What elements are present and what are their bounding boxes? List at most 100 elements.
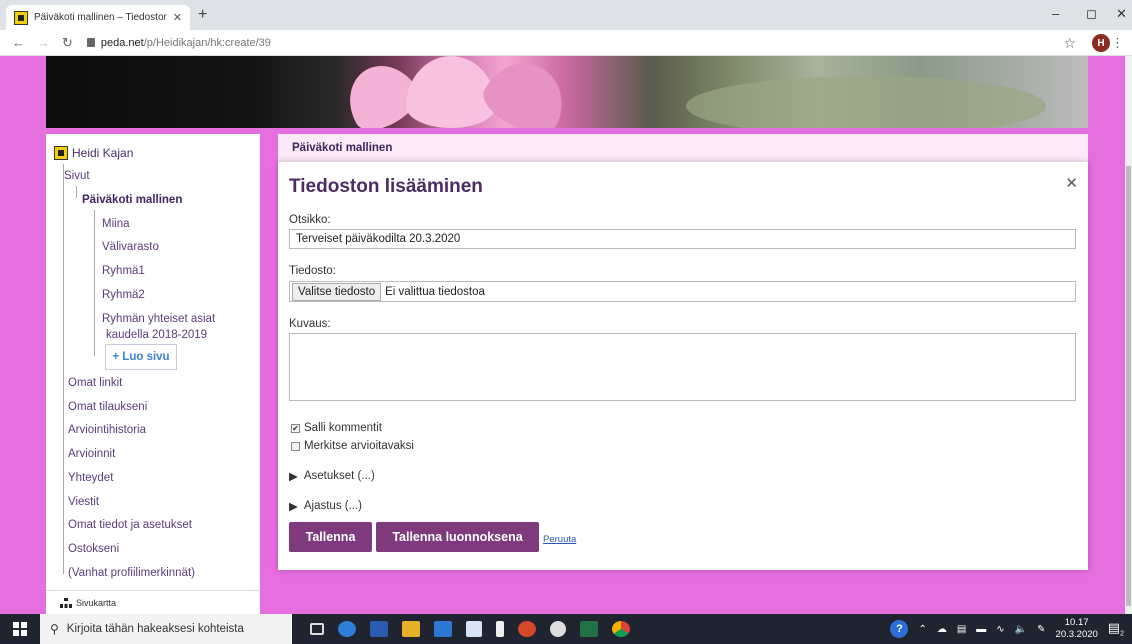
display-icon[interactable]: ▤ bbox=[957, 624, 966, 635]
tab-title: Päiväkoti mallinen – Tiedoston li bbox=[34, 12, 167, 23]
profile-avatar[interactable]: H bbox=[1092, 34, 1110, 52]
mail-icon[interactable] bbox=[434, 621, 452, 637]
wifi-icon[interactable]: ∿ bbox=[996, 624, 1004, 635]
scheduling-toggle[interactable]: ▶ Ajastus (...) bbox=[289, 499, 362, 513]
new-page-button[interactable]: + Luo sivu bbox=[105, 344, 177, 370]
tray-chevron-icon[interactable]: ⌃ bbox=[918, 624, 926, 635]
save-draft-button[interactable]: Tallenna luonnoksena bbox=[376, 522, 539, 552]
forward-arrow-icon[interactable]: → bbox=[37, 35, 50, 50]
windows-logo-icon bbox=[13, 622, 27, 636]
minimize-icon[interactable]: – bbox=[1052, 6, 1059, 21]
cancel-link[interactable]: Peruuta bbox=[543, 534, 576, 545]
sidebar-item-ryhma2[interactable]: Ryhmä2 bbox=[102, 289, 145, 301]
file-explorer-icon[interactable] bbox=[402, 621, 420, 637]
windows-taskbar: ⚲ Kirjoita tähän hakeaksesi kohteista ? … bbox=[0, 614, 1132, 644]
triangle-right-icon: ▶ bbox=[289, 501, 298, 513]
settings-label: Asetukset (...) bbox=[303, 470, 375, 482]
triangle-right-icon: ▶ bbox=[289, 471, 298, 483]
system-tray: ? ⌃ ☁ ▤ ▬ ∿ 🔈 ✎ 10.17 20.3.2020 ▤2 bbox=[890, 614, 1124, 644]
battery-icon[interactable]: ▬ bbox=[976, 624, 986, 635]
sidebar-item-arviointihistoria[interactable]: Arviointihistoria bbox=[68, 424, 146, 436]
back-arrow-icon[interactable]: ← bbox=[12, 35, 25, 50]
sidebar-item-miina[interactable]: Miina bbox=[102, 218, 129, 230]
powerpoint-icon[interactable] bbox=[518, 621, 536, 637]
close-icon[interactable]: ✕ bbox=[1065, 174, 1078, 192]
scrollbar-thumb[interactable] bbox=[1126, 166, 1131, 606]
sidebar-item-valivarasto[interactable]: Välivarasto bbox=[102, 241, 159, 253]
browser-tab[interactable]: Päiväkoti mallinen – Tiedoston li ✕ bbox=[6, 5, 190, 30]
taskbar-clock[interactable]: 10.17 20.3.2020 bbox=[1056, 617, 1098, 641]
task-view-icon[interactable] bbox=[310, 623, 324, 635]
mark-assessable-checkbox[interactable]: Merkitse arvioitavaksi bbox=[291, 440, 414, 452]
checkbox-checked-icon: ✔ bbox=[291, 423, 300, 433]
sidebar-owner[interactable]: Heidi Kajan bbox=[54, 146, 133, 160]
lock-icon bbox=[86, 38, 95, 47]
window-close-icon[interactable]: ✕ bbox=[1116, 6, 1127, 22]
pen-icon[interactable]: ✎ bbox=[1037, 624, 1045, 635]
sidebar-item-arvioinnit[interactable]: Arvioinnit bbox=[68, 448, 115, 460]
help-icon[interactable]: ? bbox=[890, 620, 909, 638]
start-button[interactable] bbox=[0, 614, 40, 644]
url-path: /p/Heidikajan/hk:create/39 bbox=[143, 36, 271, 49]
sidebar-item-ryhma1[interactable]: Ryhmä1 bbox=[102, 265, 145, 277]
volume-icon[interactable]: 🔈 bbox=[1015, 624, 1027, 635]
sidebar-item-yhteydet[interactable]: Yhteydet bbox=[68, 472, 113, 484]
settings-toggle[interactable]: ▶ Asetukset (...) bbox=[289, 469, 375, 483]
word-icon[interactable] bbox=[370, 621, 388, 637]
notification-count: 2 bbox=[1120, 630, 1124, 638]
sidebar-item-omat-tiedot[interactable]: Omat tiedot ja asetukset bbox=[68, 519, 192, 531]
title-label: Otsikko: bbox=[289, 214, 331, 226]
title-input[interactable]: Terveiset päiväkodilta 20.3.2020 bbox=[289, 229, 1076, 249]
sitemap-icon bbox=[60, 597, 72, 608]
notification-center-icon[interactable]: ▤2 bbox=[1108, 620, 1124, 638]
edge-icon[interactable] bbox=[338, 621, 356, 637]
owner-name: Heidi Kajan bbox=[72, 146, 134, 160]
search-icon: ⚲ bbox=[50, 622, 59, 636]
add-file-dialog: Tiedoston lisääminen ✕ Otsikko: Terveise… bbox=[278, 162, 1088, 570]
header-banner-image bbox=[46, 56, 1088, 128]
reload-icon[interactable]: ↻ bbox=[62, 35, 73, 51]
file-status: Ei valittua tiedostoa bbox=[385, 285, 485, 298]
peda-favicon-icon bbox=[14, 10, 28, 25]
sitemap-link[interactable]: Sivukartta bbox=[46, 590, 260, 614]
bolt-app-icon[interactable] bbox=[496, 621, 504, 637]
sidebar-item-omat-linkit[interactable]: Omat linkit bbox=[68, 377, 122, 389]
peda-logo-icon bbox=[54, 146, 68, 160]
sidebar-item-vanhat-profiilimerkinnat[interactable]: (Vanhat profiilimerkinnät) bbox=[68, 567, 195, 579]
taskbar-search-placeholder: Kirjoita tähän hakeaksesi kohteista bbox=[66, 623, 244, 635]
taskbar-search[interactable]: ⚲ Kirjoita tähän hakeaksesi kohteista bbox=[40, 614, 292, 644]
chrome-icon[interactable] bbox=[612, 621, 630, 637]
sidebar-item-current-page[interactable]: Päiväkoti mallinen bbox=[82, 194, 182, 206]
sidebar-item-ryhman-yhteiset-line1[interactable]: Ryhmän yhteiset asiat bbox=[102, 313, 215, 325]
onedrive-icon[interactable]: ☁ bbox=[937, 624, 947, 635]
browser-menu-icon[interactable]: ⋮ bbox=[1111, 35, 1124, 51]
sidebar-item-ryhman-yhteiset-line2[interactable]: kaudella 2018-2019 bbox=[106, 329, 207, 341]
description-textarea[interactable] bbox=[289, 333, 1076, 401]
url-field[interactable]: peda.net/p/Heidikajan/hk:create/39 bbox=[86, 36, 271, 49]
sidebar-item-ostokseni[interactable]: Ostokseni bbox=[68, 543, 119, 555]
sidebar: Heidi Kajan Sivut Päiväkoti mallinen Mii… bbox=[46, 134, 260, 614]
dialog-title: Tiedoston lisääminen bbox=[289, 176, 483, 197]
file-input[interactable]: Valitse tiedosto Ei valittua tiedostoa bbox=[289, 281, 1076, 302]
tab-close-icon[interactable]: ✕ bbox=[173, 11, 182, 24]
settings-gear-icon[interactable] bbox=[550, 621, 566, 637]
dropbox-icon[interactable] bbox=[466, 621, 482, 637]
sidebar-item-omat-tilaukseni[interactable]: Omat tilaukseni bbox=[68, 401, 147, 413]
sidebar-item-sivut[interactable]: Sivut bbox=[64, 170, 90, 182]
browser-tab-bar: Päiväkoti mallinen – Tiedoston li ✕ + – … bbox=[0, 0, 1132, 30]
scheduling-label: Ajastus (...) bbox=[303, 500, 363, 512]
maximize-icon[interactable]: ◻ bbox=[1086, 6, 1097, 22]
file-label: Tiedosto: bbox=[289, 265, 336, 277]
allow-comments-checkbox[interactable]: ✔ Salli kommentit bbox=[291, 422, 382, 434]
save-button[interactable]: Tallenna bbox=[289, 522, 372, 552]
taskbar-apps bbox=[310, 621, 630, 637]
bookmark-star-icon[interactable]: ☆ bbox=[1063, 35, 1076, 52]
url-host: peda.net bbox=[100, 36, 144, 49]
new-tab-button[interactable]: + bbox=[198, 6, 207, 24]
excel-icon[interactable] bbox=[580, 621, 598, 637]
clock-time: 10.17 bbox=[1064, 617, 1089, 628]
sitemap-label: Sivukartta bbox=[76, 597, 117, 608]
choose-file-button[interactable]: Valitse tiedosto bbox=[292, 282, 382, 301]
sidebar-item-viestit[interactable]: Viestit bbox=[68, 496, 99, 508]
page-scrollbar[interactable] bbox=[1125, 56, 1132, 614]
